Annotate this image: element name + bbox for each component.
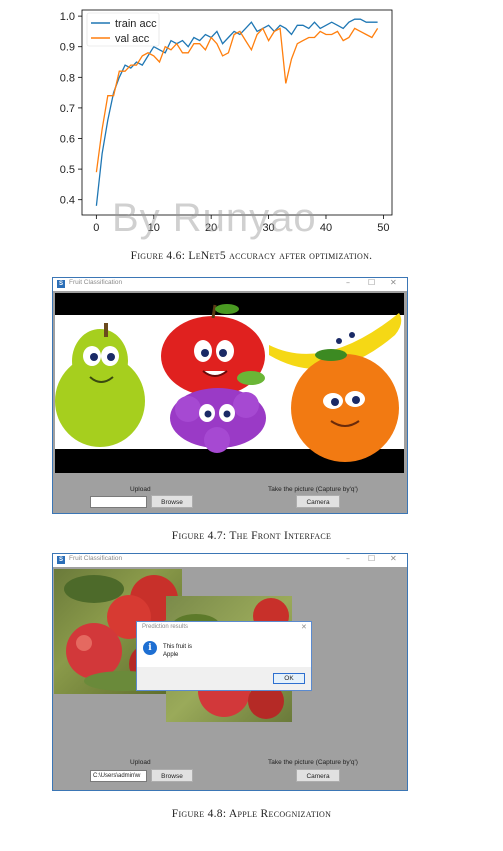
app-icon: S bbox=[57, 280, 65, 288]
app-icon: S bbox=[57, 556, 65, 564]
caption-fig-4-8: Figure 4.8: Apple Recognization bbox=[171, 808, 332, 820]
browse-button[interactable]: Browse bbox=[151, 769, 193, 782]
x-tick-label: 0 bbox=[93, 222, 99, 234]
caption-fig-4-7: Figure 4.7: The Front Interface bbox=[171, 530, 332, 542]
minimize-button[interactable]: – bbox=[346, 554, 350, 563]
caption-fig-4-6: Figure 4.6: LeNet5 accuracy after optimi… bbox=[130, 250, 373, 262]
front-interface-window: S Fruit Classification – ☐ ✕ Upload Brow… bbox=[52, 277, 408, 514]
y-tick-label: 0.8 bbox=[60, 72, 75, 84]
camera-button[interactable]: Camera bbox=[296, 495, 340, 508]
upload-path-field[interactable] bbox=[90, 496, 147, 508]
title-bar: S Fruit Classification – ☐ ✕ bbox=[53, 554, 407, 567]
apple-recognition-window: S Fruit Classification – ☐ ✕ Prediction … bbox=[52, 553, 408, 791]
info-icon: i bbox=[143, 641, 157, 655]
maximize-button[interactable]: ☐ bbox=[368, 278, 375, 287]
camera-button[interactable]: Camera bbox=[296, 769, 340, 782]
image-display bbox=[55, 293, 404, 473]
legend-label-val: val acc bbox=[115, 33, 150, 45]
prediction-dialog: Prediction results ✕ i This fruit is App… bbox=[136, 621, 312, 691]
legend-label-train: train acc bbox=[115, 18, 157, 30]
watermark: By Runyao bbox=[112, 196, 317, 240]
close-button[interactable]: ✕ bbox=[390, 554, 397, 563]
dialog-title: Prediction results bbox=[142, 624, 189, 630]
y-tick-label: 0.6 bbox=[60, 134, 75, 146]
dialog-close-button[interactable]: ✕ bbox=[301, 623, 307, 631]
y-tick-label: 0.4 bbox=[60, 195, 75, 207]
legend: train acc val acc bbox=[86, 12, 160, 47]
y-tick-label: 0.5 bbox=[60, 164, 75, 176]
y-axis: 0.4 0.5 0.6 0.7 0.8 0.9 1.0 bbox=[60, 11, 82, 207]
y-tick-label: 1.0 bbox=[60, 11, 75, 23]
upload-label: Upload bbox=[130, 486, 151, 493]
camera-label: Take the picture (Capture by'q') bbox=[268, 486, 358, 493]
browse-button[interactable]: Browse bbox=[151, 495, 193, 508]
y-tick-label: 0.7 bbox=[60, 103, 75, 115]
window-title: Fruit Classification bbox=[69, 279, 123, 286]
result-line-2: Apple bbox=[163, 652, 179, 658]
maximize-button[interactable]: ☐ bbox=[368, 554, 375, 563]
y-tick-label: 0.9 bbox=[60, 42, 75, 54]
upload-label: Upload bbox=[130, 759, 151, 766]
title-bar: S Fruit Classification – ☐ ✕ bbox=[53, 278, 407, 291]
minimize-button[interactable]: – bbox=[346, 278, 350, 287]
upload-path-field[interactable]: C:\Users\admin\w bbox=[90, 770, 147, 782]
result-line-1: This fruit is bbox=[163, 644, 193, 650]
x-tick-label: 50 bbox=[377, 222, 389, 234]
close-button[interactable]: ✕ bbox=[390, 278, 397, 287]
camera-label: Take the picture (Capture by'q') bbox=[268, 759, 358, 766]
x-tick-label: 40 bbox=[320, 222, 332, 234]
fruit-cartoon-image bbox=[55, 304, 404, 462]
ok-button[interactable]: OK bbox=[273, 673, 305, 684]
window-title: Fruit Classification bbox=[69, 555, 123, 562]
